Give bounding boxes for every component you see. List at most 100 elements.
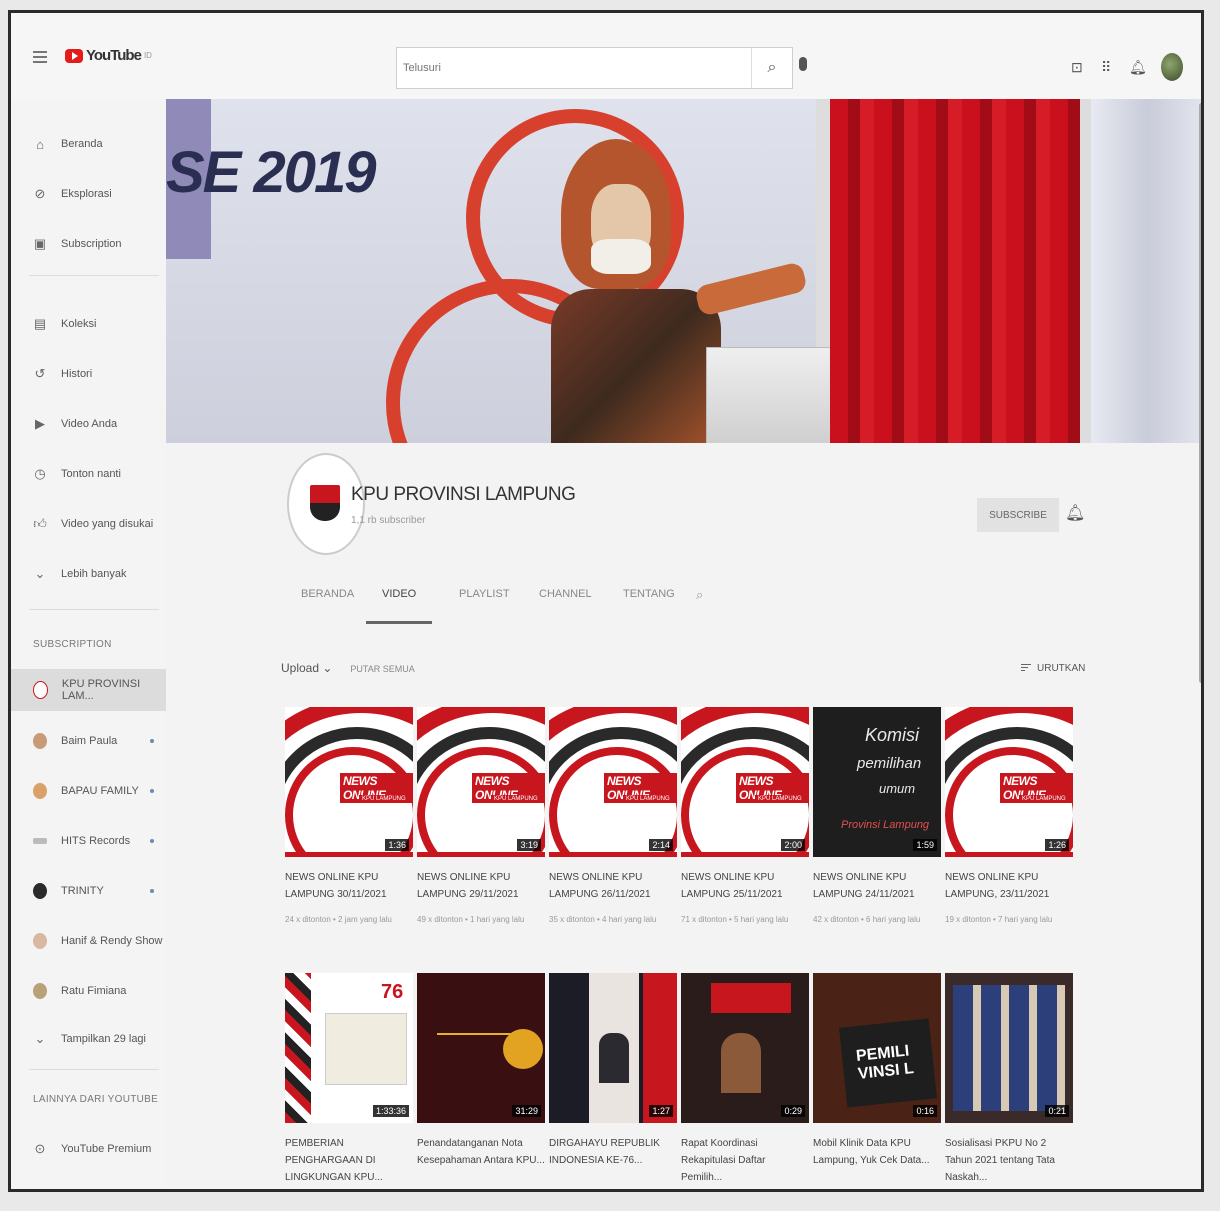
sidebar-sub-baim-paula[interactable]: Baim Paula: [11, 726, 166, 756]
sidebar-item-label: TRINITY: [61, 885, 104, 897]
banner-right-panel: [1091, 99, 1201, 443]
tab-channel[interactable]: CHANNEL: [539, 583, 592, 621]
video-thumbnail[interactable]: PEMILI VINSI L 0:16: [813, 973, 941, 1123]
video-thumbnail[interactable]: 1:27: [549, 973, 677, 1123]
tab-beranda[interactable]: BERANDA: [301, 583, 354, 621]
video-card[interactable]: PEMILI VINSI L 0:16 Mobil Klinik Data KPU…: [813, 973, 941, 1169]
notification-bell-icon[interactable]: 🔔︎: [1065, 503, 1085, 523]
sidebar-item-beranda[interactable]: ⌂ Beranda: [11, 129, 166, 159]
new-content-dot: [150, 789, 154, 793]
video-title[interactable]: DIRGAHAYU REPUBLIK INDONESIA KE-76...: [549, 1135, 677, 1169]
tab-video[interactable]: VIDEO: [366, 583, 433, 624]
sidebar-item-lebih-banyak[interactable]: ⌄ Lebih banyak: [11, 559, 166, 589]
video-title[interactable]: NEWS ONLINE KPU LAMPUNG 30/11/2021: [285, 869, 413, 903]
sidebar-sub-ratu-fimiana[interactable]: Ratu Fimiana: [11, 976, 166, 1006]
video-title[interactable]: NEWS ONLINE KPU LAMPUNG 26/11/2021: [549, 869, 677, 903]
video-card[interactable]: Komisi pemilihan umum Provinsi Lampung 1…: [813, 707, 941, 924]
channel-avatar: [33, 933, 47, 949]
sidebar-item-histori[interactable]: ↺ Histori: [11, 359, 166, 389]
sidebar-sub-trinity[interactable]: TRINITY: [11, 876, 166, 906]
upload-dropdown[interactable]: Upload ⌄: [281, 661, 332, 675]
sidebar-item-youtube-premium[interactable]: ⊙ YouTube Premium: [11, 1134, 166, 1164]
upload-filter[interactable]: Upload ⌄ PUTAR SEMUA: [281, 661, 415, 675]
youtube-logo[interactable]: YouTube ID: [65, 47, 152, 64]
create-video-icon[interactable]: ⊡: [1071, 59, 1083, 76]
video-title[interactable]: NEWS ONLINE KPU LAMPUNG 25/11/2021: [681, 869, 809, 903]
video-title[interactable]: NEWS ONLINE KPU LAMPUNG 24/11/2021: [813, 869, 941, 903]
video-card[interactable]: NEWS ONLINEKPU LAMPUNG1:36 NEWS ONLINE K…: [285, 707, 413, 924]
video-title[interactable]: Penandatanganan Nota Kesepahaman Antara …: [417, 1135, 545, 1169]
banner-voter-figure: [551, 139, 721, 443]
video-card[interactable]: NEWS ONLINEKPU LAMPUNG3:19 NEWS ONLINE K…: [417, 707, 545, 924]
sidebar-item-video-anda[interactable]: ▶ Video Anda: [11, 409, 166, 439]
sidebar-divider: [29, 275, 159, 276]
video-duration: 0:29: [781, 1105, 805, 1117]
video-thumbnail[interactable]: 76 1:33:36: [285, 973, 413, 1123]
sidebar-sub-hanif-rendy[interactable]: Hanif & Rendy Show: [11, 926, 166, 956]
sidebar-item-koleksi[interactable]: ▤ Koleksi: [11, 309, 166, 339]
video-card[interactable]: NEWS ONLINEKPU LAMPUNG2:00 NEWS ONLINE K…: [681, 707, 809, 924]
video-thumbnail[interactable]: 0:29: [681, 973, 809, 1123]
play-all-button[interactable]: PUTAR SEMUA: [350, 664, 414, 674]
video-card[interactable]: 0:21 Sosialisasi PKPU No 2 Tahun 2021 te…: [945, 973, 1073, 1186]
sidebar-item-label: YouTube Premium: [61, 1143, 152, 1155]
youtube-wordmark: YouTube: [86, 47, 142, 64]
channel-search-icon[interactable]: ⌕: [696, 587, 703, 603]
video-thumbnail[interactable]: NEWS ONLINEKPU LAMPUNG2:14: [549, 707, 677, 857]
video-title[interactable]: Sosialisasi PKPU No 2 Tahun 2021 tentang…: [945, 1135, 1073, 1186]
youtube-play-icon: [65, 48, 83, 63]
sidebar-item-eksplorasi[interactable]: ⊘ Eksplorasi: [11, 179, 166, 209]
video-thumbnail[interactable]: NEWS ONLINEKPU LAMPUNG2:00: [681, 707, 809, 857]
video-thumbnail[interactable]: NEWS ONLINEKPU LAMPUNG3:19: [417, 707, 545, 857]
sidebar-sub-kpu-lampung[interactable]: KPU PROVINSI LAM...: [11, 669, 166, 711]
video-title[interactable]: NEWS ONLINE KPU LAMPUNG 29/11/2021: [417, 869, 545, 903]
microphone-icon[interactable]: [799, 57, 807, 71]
sidebar-sub-hits-records[interactable]: HITS Records: [11, 826, 166, 856]
channel-banner: SE 2019: [166, 99, 1201, 443]
video-thumbnail[interactable]: 31:29: [417, 973, 545, 1123]
apps-grid-icon[interactable]: ⠿: [1101, 59, 1111, 76]
search-icon: ⌕: [767, 59, 777, 76]
video-card[interactable]: NEWS ONLINEKPU LAMPUNG2:14 NEWS ONLINE K…: [549, 707, 677, 924]
your-videos-icon: ▶: [35, 416, 45, 431]
search-input[interactable]: [397, 61, 751, 75]
sidebar-divider: [29, 1069, 159, 1070]
subscribe-button[interactable]: SUBSCRIBE: [977, 498, 1059, 532]
video-duration: 31:29: [512, 1105, 541, 1117]
sidebar-item-video-disukai[interactable]: 👍︎ Video yang disukai: [11, 509, 166, 539]
video-card[interactable]: NEWS ONLINEKPU LAMPUNG1:26 NEWS ONLINE K…: [945, 707, 1073, 924]
sidebar-item-label: Video yang disukai: [61, 518, 154, 530]
video-title[interactable]: Mobil Klinik Data KPU Lampung, Yuk Cek D…: [813, 1135, 941, 1169]
video-card[interactable]: 0:29 Rapat Koordinasi Rekapitulasi Dafta…: [681, 973, 809, 1186]
notifications-bell-icon[interactable]: 🔔︎: [1129, 59, 1147, 76]
video-title[interactable]: Rapat Koordinasi Rekapitulasi Daftar Pem…: [681, 1135, 809, 1186]
video-card[interactable]: 31:29 Penandatanganan Nota Kesepahaman A…: [417, 973, 545, 1169]
video-card[interactable]: 76 1:33:36 PEMBERIAN PENGHARGAAN DI LING…: [285, 973, 413, 1186]
video-duration: 3:19: [517, 839, 541, 851]
video-title[interactable]: NEWS ONLINE KPU LAMPUNG, 23/11/2021: [945, 869, 1073, 903]
sidebar-item-label: Tampilkan 29 lagi: [61, 1033, 146, 1045]
video-card[interactable]: 1:27 DIRGAHAYU REPUBLIK INDONESIA KE-76.…: [549, 973, 677, 1169]
subscriber-count: 1,1 rb subscriber: [351, 515, 426, 526]
sidebar-show-more[interactable]: ⌄ Tampilkan 29 lagi: [11, 1024, 166, 1054]
sidebar-item-tonton-nanti[interactable]: ◷ Tonton nanti: [11, 459, 166, 489]
sidebar-item-label: Hanif & Rendy Show: [61, 935, 163, 947]
video-duration: 1:59: [913, 839, 937, 851]
sidebar-sub-bapau-family[interactable]: BAPAU FAMILY: [11, 776, 166, 806]
tab-tentang[interactable]: TENTANG: [623, 583, 675, 621]
sort-button[interactable]: URUTKAN: [1021, 663, 1085, 674]
hamburger-menu-icon[interactable]: [33, 51, 47, 63]
account-avatar[interactable]: [1161, 53, 1183, 81]
video-thumbnail[interactable]: 0:21: [945, 973, 1073, 1123]
page-scrollbar[interactable]: [1199, 103, 1201, 683]
tab-playlist[interactable]: PLAYLIST: [459, 583, 510, 621]
search-button[interactable]: ⌕: [751, 48, 792, 88]
video-thumbnail[interactable]: NEWS ONLINEKPU LAMPUNG1:26: [945, 707, 1073, 857]
search-box: ⌕: [396, 47, 793, 89]
video-thumbnail[interactable]: Komisi pemilihan umum Provinsi Lampung 1…: [813, 707, 941, 857]
video-thumbnail[interactable]: NEWS ONLINEKPU LAMPUNG1:36: [285, 707, 413, 857]
subscriptions-icon: ▣: [33, 236, 47, 251]
video-title[interactable]: PEMBERIAN PENGHARGAAN DI LINGKUNGAN KPU.…: [285, 1135, 413, 1186]
sidebar-divider: [29, 609, 159, 610]
sidebar-item-subscription[interactable]: ▣ Subscription: [11, 229, 166, 259]
